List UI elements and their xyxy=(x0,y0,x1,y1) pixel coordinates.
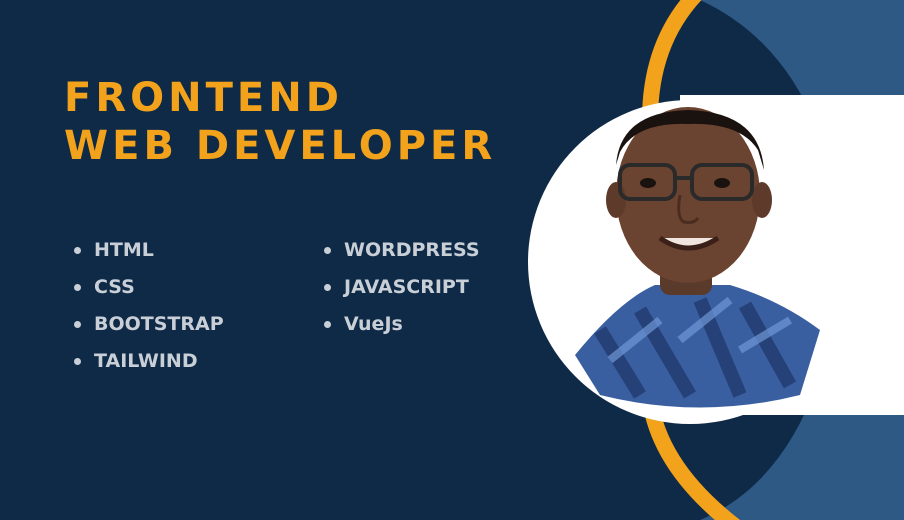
banner: FRONTEND WEB DEVELOPER HTML CSS BOOTSTRA… xyxy=(0,0,904,520)
skill-item: TAILWIND xyxy=(68,343,224,380)
skill-item: WORDPRESS xyxy=(318,232,480,269)
title-line-2: WEB DEVELOPER xyxy=(64,123,497,169)
skill-item: BOOTSTRAP xyxy=(68,306,224,343)
page-title: FRONTEND WEB DEVELOPER xyxy=(64,74,496,170)
skills-list-left: HTML CSS BOOTSTRAP TAILWIND xyxy=(68,232,224,380)
skill-item: CSS xyxy=(68,269,224,306)
skill-item: HTML xyxy=(68,232,224,269)
skill-item: VueJs xyxy=(318,306,480,343)
skill-item: JAVASCRIPT xyxy=(318,269,480,306)
title-line-1: FRONTEND xyxy=(64,75,343,121)
skills-list-right: WORDPRESS JAVASCRIPT VueJs xyxy=(318,232,480,343)
